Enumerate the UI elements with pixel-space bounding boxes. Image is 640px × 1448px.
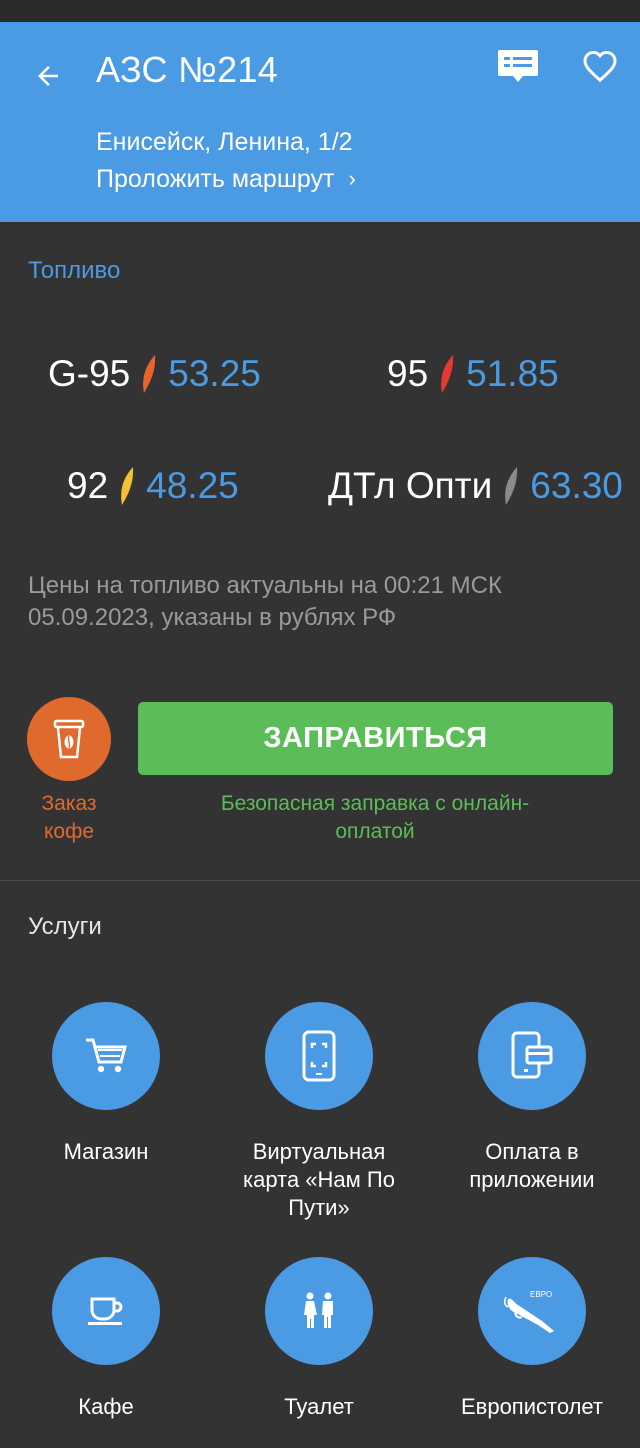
refuel-button-label: ЗАПРАВИТЬСЯ (263, 722, 488, 754)
arrow-left-icon (38, 66, 58, 86)
nozzle-icon: ЕВРО (503, 1290, 554, 1333)
chevron-right-icon: › (348, 166, 356, 191)
refuel-note: Безопасная заправка с онлайн-оплатой (220, 792, 530, 843)
service-app-payment[interactable]: Оплата в приложении (432, 1002, 632, 1194)
svg-text:ЕВРО: ЕВРО (530, 1290, 552, 1299)
cart-icon (86, 1038, 127, 1073)
fuel-item-95: 95 51.85 (387, 350, 559, 398)
station-header: АЗС №214 Енисейск, Ленина, 1/2 Проложить… (0, 22, 640, 222)
route-label: Проложить маршрут (96, 165, 335, 193)
toilet-icon (304, 1292, 333, 1328)
fuel-price: 53.25 (168, 353, 261, 394)
fuel-section-title: Топливо (28, 257, 121, 284)
fuel-price: 63.30 (530, 465, 623, 506)
service-shop[interactable]: Магазин (6, 1002, 206, 1166)
cup-icon (88, 1297, 123, 1325)
service-circle (52, 1002, 160, 1110)
service-toilet[interactable]: Туалет (219, 1257, 419, 1421)
fuel-item-dtl-opti: ДТл Опти 63.30 (328, 462, 623, 510)
fuel-name: 92 (67, 465, 109, 506)
coffee-order-button[interactable] (27, 697, 111, 781)
fuel-drop-icon (441, 355, 454, 393)
service-label: Магазин (63, 1139, 149, 1164)
back-button[interactable] (24, 52, 72, 100)
fuel-drop-icon (121, 467, 134, 505)
message-icon (498, 50, 538, 82)
fuel-name: G-95 (48, 353, 131, 394)
message-button[interactable] (494, 42, 542, 90)
station-address: Енисейск, Ленина, 1/2 (96, 128, 353, 156)
fuel-name: 95 (387, 353, 429, 394)
service-label: Кафе (78, 1394, 134, 1419)
coffee-cup-icon (53, 719, 85, 759)
services-section-title: Услуги (28, 913, 102, 940)
phone-payment-icon (511, 1031, 553, 1079)
service-circle (265, 1002, 373, 1110)
favorite-button[interactable] (576, 42, 624, 90)
service-label: Виртуальная карта «Нам По Пути» (243, 1139, 395, 1220)
refuel-button[interactable]: ЗАПРАВИТЬСЯ (138, 702, 613, 775)
service-circle (265, 1257, 373, 1365)
service-cafe[interactable]: Кафе (6, 1257, 206, 1421)
fuel-price: 51.85 (466, 353, 559, 394)
service-virtual-card[interactable]: Виртуальная карта «Нам По Пути» (219, 1002, 419, 1222)
divider (0, 880, 640, 881)
fuel-price-note: Цены на топливо актуальны на 00:21 МСК 0… (28, 572, 502, 631)
page-title: АЗС №214 (96, 49, 279, 90)
fuel-drop-icon (143, 355, 156, 393)
build-route-link[interactable]: Проложить маршрут › (96, 163, 356, 195)
phone-card-icon (302, 1030, 336, 1082)
service-circle (478, 1002, 586, 1110)
service-label: Оплата в приложении (469, 1139, 595, 1192)
service-label: Туалет (284, 1394, 354, 1419)
fuel-name: ДТл Опти (328, 465, 493, 506)
fuel-price: 48.25 (146, 465, 239, 506)
service-circle: ЕВРО (478, 1257, 586, 1365)
coffee-order-label: Заказ кофе (41, 792, 97, 843)
fuel-item-92: 92 48.25 (67, 462, 239, 510)
service-label: Европистолет (460, 1394, 604, 1419)
service-circle (52, 1257, 160, 1365)
fuel-drop-icon (505, 467, 518, 505)
heart-icon (583, 50, 617, 83)
status-bar (0, 0, 640, 22)
service-euro-nozzle[interactable]: ЕВРО Европистолет (432, 1257, 632, 1421)
fuel-item-g95: G-95 53.25 (48, 350, 261, 398)
